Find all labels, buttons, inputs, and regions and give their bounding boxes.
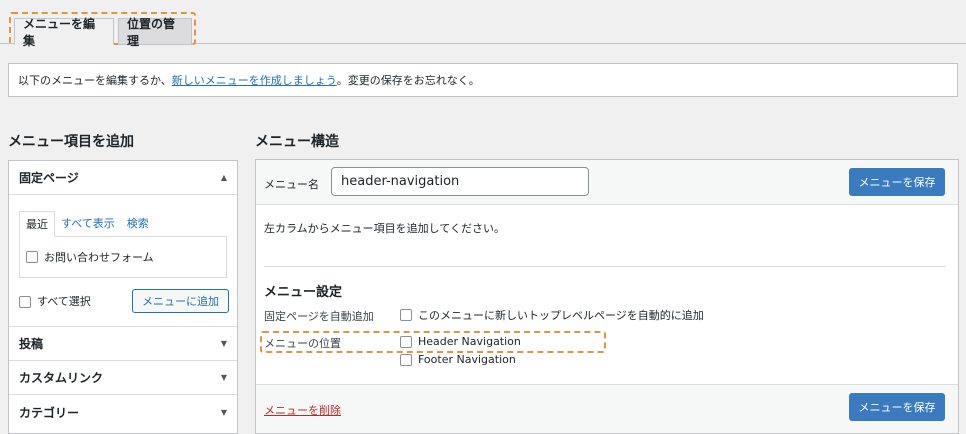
save-menu-button-bottom[interactable]: メニューを保存: [849, 393, 945, 421]
tab-manage-locations[interactable]: 位置の管理: [118, 17, 192, 48]
tab-edit-menus[interactable]: メニューを編集: [14, 17, 114, 48]
location-footer-text: Footer Navigation: [418, 353, 516, 366]
menu-footer: メニューを削除 メニューを保存: [256, 384, 958, 433]
accordion-pages-body: 最近 すべて表示 検索 お問い合わせフォーム すべて選択 メニューに追加: [9, 195, 237, 327]
auto-add-text: このメニューに新しいトップレベルページを自動的に追加: [418, 309, 704, 322]
menu-structure-title: メニュー構造: [255, 134, 339, 150]
notice-suffix: 。変更の保存をお忘れなく。: [336, 74, 480, 87]
caret-down-icon: ▼: [220, 339, 227, 348]
accordion-categories-header[interactable]: カテゴリー ▼: [9, 395, 237, 429]
menu-instruction: 左カラムからメニュー項目を追加してください。: [264, 222, 506, 235]
menu-settings-title: メニュー設定: [264, 285, 343, 300]
subtab-view-all[interactable]: すべて表示: [55, 211, 121, 237]
accordion-posts-label: 投稿: [19, 337, 44, 351]
accordion-custom-links-header[interactable]: カスタムリンク ▼: [9, 361, 237, 395]
location-footer-checkbox[interactable]: [400, 353, 412, 366]
location-header-text: Header Navigation: [418, 335, 521, 348]
create-new-menu-link[interactable]: 新しいメニューを作成しましょう: [172, 72, 337, 88]
pages-subtabs: 最近 すべて表示 検索: [19, 211, 227, 237]
pages-actions: すべて選択 メニューに追加: [19, 289, 229, 313]
menu-location-label: メニューの位置: [264, 337, 341, 350]
delete-menu-link[interactable]: メニューを削除: [264, 402, 341, 418]
page-item-label: お問い合わせフォーム: [44, 251, 154, 264]
auto-add-label: 固定ページを自動追加: [264, 310, 374, 323]
subtab-search[interactable]: 検索: [121, 211, 155, 237]
add-menu-items-panel: 固定ページ ▲ 最近 すべて表示 検索 お問い合わせフォーム すべて選択 メニュ…: [8, 160, 238, 434]
location-footer-option[interactable]: Footer Navigation: [400, 353, 516, 366]
accordion-pages-label: 固定ページ: [19, 171, 79, 185]
save-menu-button-top[interactable]: メニューを保存: [849, 168, 945, 196]
tabs-highlight: メニューを編集 位置の管理: [9, 12, 196, 48]
accordion-posts-header[interactable]: 投稿 ▼: [9, 327, 237, 361]
caret-down-icon: ▼: [220, 373, 227, 382]
location-header-option[interactable]: Header Navigation: [400, 335, 521, 348]
notice-prefix: 以下のメニューを編集するか、: [18, 74, 172, 87]
accordion-categories-label: カテゴリー: [19, 405, 80, 420]
menu-name-label: メニュー名: [264, 178, 319, 191]
add-to-menu-button[interactable]: メニューに追加: [132, 289, 229, 313]
location-header-checkbox[interactable]: [400, 335, 412, 348]
add-menu-items-title: メニュー項目を追加: [8, 134, 134, 150]
menu-name-input[interactable]: header-navigation: [331, 167, 589, 196]
menu-structure-panel: メニュー名 header-navigation メニューを保存 左カラムからメニ…: [255, 159, 959, 434]
notice-bar: 以下のメニューを編集するか、 新しいメニューを作成しましょう 。変更の保存をお忘…: [8, 63, 958, 97]
settings-divider: [264, 266, 946, 267]
select-all-label: すべて選択: [37, 295, 91, 308]
page-checkbox[interactable]: [26, 251, 38, 263]
auto-add-option[interactable]: このメニューに新しいトップレベルページを自動的に追加: [400, 307, 704, 323]
accordion-custom-links-label: カスタムリンク: [19, 371, 104, 385]
select-all-checkbox[interactable]: [19, 296, 31, 308]
accordion-pages-header[interactable]: 固定ページ ▲: [9, 161, 237, 195]
subtab-recent[interactable]: 最近: [19, 211, 55, 237]
auto-add-checkbox[interactable]: [400, 309, 412, 321]
caret-up-icon: ▲: [220, 173, 227, 182]
pages-list: お問い合わせフォーム: [19, 236, 227, 278]
select-all[interactable]: すべて選択: [19, 293, 91, 309]
caret-down-icon: ▼: [220, 407, 227, 417]
menu-header: メニュー名 header-navigation メニューを保存: [256, 160, 958, 205]
